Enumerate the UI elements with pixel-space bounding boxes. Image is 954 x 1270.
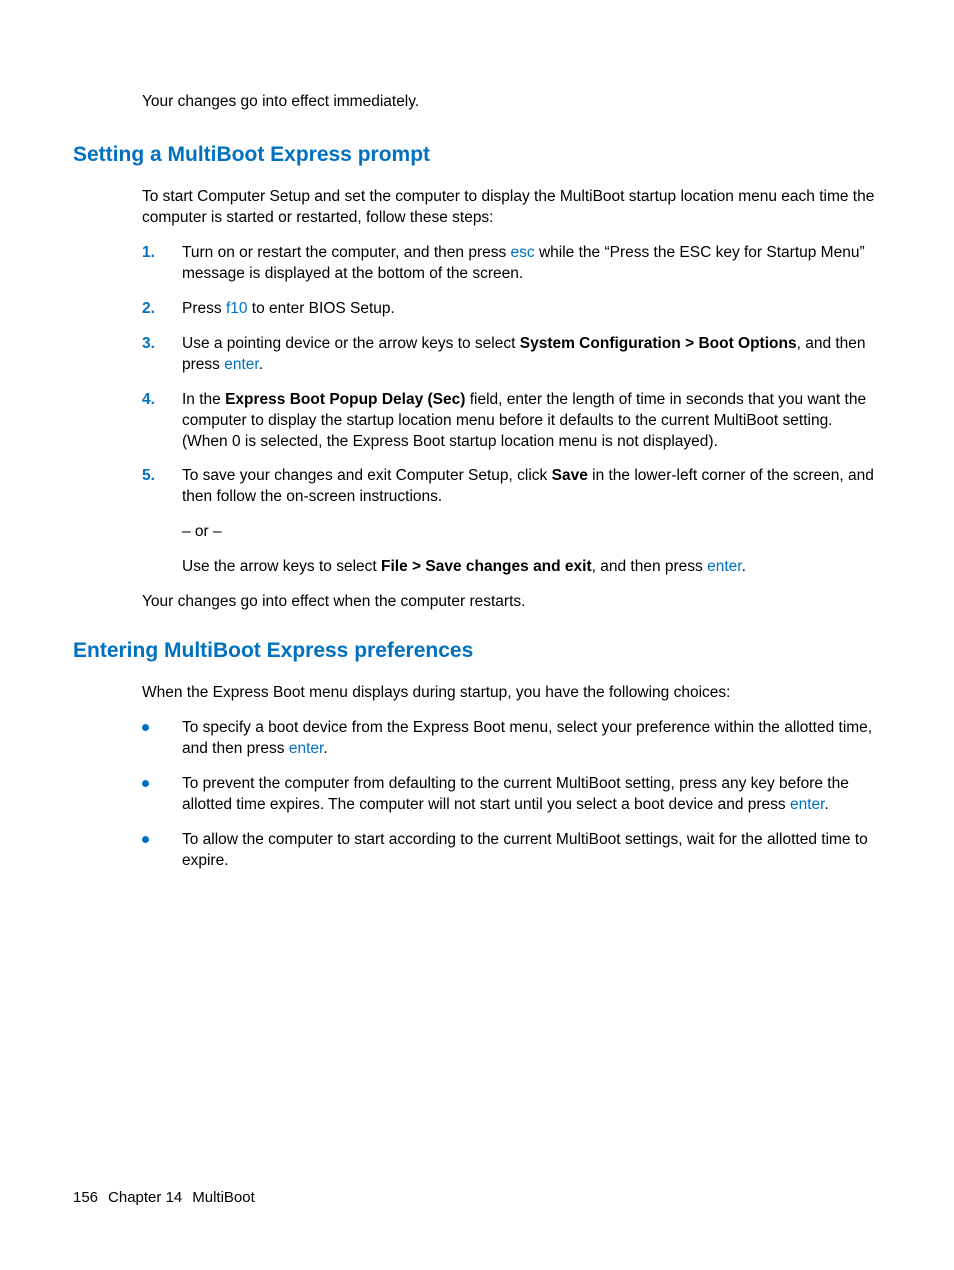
menu-path: File > Save changes and exit — [381, 558, 592, 575]
bullet-3: To allow the computer to start according… — [142, 830, 881, 872]
step-number: 4. — [142, 390, 155, 411]
menu-path: System Configuration > Boot Options — [520, 335, 797, 352]
bullet-text: . — [824, 796, 828, 813]
section2-lead: When the Express Boot menu displays duri… — [142, 683, 881, 704]
bullet-1: To specify a boot device from the Expres… — [142, 718, 881, 760]
step-text: Turn on or restart the computer, and the… — [182, 244, 511, 261]
step-number: 1. — [142, 243, 155, 264]
key-esc: esc — [511, 244, 535, 261]
step-text: . — [259, 356, 263, 373]
section2-bullets: To specify a boot device from the Expres… — [142, 718, 881, 872]
step-text: . — [742, 558, 746, 575]
key-enter: enter — [224, 356, 258, 373]
key-enter: enter — [790, 796, 824, 813]
bullet-text: . — [323, 740, 327, 757]
key-enter: enter — [707, 558, 741, 575]
or-separator: – or – — [182, 522, 881, 543]
step-text: , and then press — [592, 558, 707, 575]
step-text: Use a pointing device or the arrow keys … — [182, 335, 520, 352]
key-enter: enter — [289, 740, 323, 757]
page-footer: 156 Chapter 14 MultiBoot — [73, 1188, 255, 1208]
step-number: 5. — [142, 466, 155, 487]
chapter-label: Chapter 14 — [108, 1189, 182, 1206]
bullet-text: To prevent the computer from defaulting … — [182, 775, 849, 813]
step-4: 4. In the Express Boot Popup Delay (Sec)… — [142, 390, 881, 453]
step-5: 5. To save your changes and exit Compute… — [142, 466, 881, 578]
step-1: 1. Turn on or restart the computer, and … — [142, 243, 881, 285]
step-text: Use the arrow keys to select — [182, 558, 381, 575]
section1-tail: Your changes go into effect when the com… — [142, 592, 881, 613]
step-2: 2. Press f10 to enter BIOS Setup. — [142, 299, 881, 320]
intro-text: Your changes go into effect immediately. — [142, 92, 881, 113]
field-name: Express Boot Popup Delay (Sec) — [225, 391, 465, 408]
section1-steps: 1. Turn on or restart the computer, and … — [142, 243, 881, 578]
button-name: Save — [552, 467, 588, 484]
step-number: 3. — [142, 334, 155, 355]
chapter-title: MultiBoot — [192, 1189, 255, 1206]
key-f10: f10 — [226, 300, 248, 317]
step-number: 2. — [142, 299, 155, 320]
heading-entering-preferences: Entering MultiBoot Express preferences — [73, 637, 881, 665]
heading-setting-multiboot: Setting a MultiBoot Express prompt — [73, 141, 881, 169]
step-text: In the — [182, 391, 225, 408]
section1-lead: To start Computer Setup and set the comp… — [142, 187, 881, 229]
bullet-text: To allow the computer to start according… — [182, 831, 868, 869]
bullet-text: To specify a boot device from the Expres… — [182, 719, 872, 757]
step-text: to enter BIOS Setup. — [248, 300, 395, 317]
page-number: 156 — [73, 1189, 98, 1206]
step-text-alt: Use the arrow keys to select File > Save… — [182, 557, 881, 578]
bullet-2: To prevent the computer from defaulting … — [142, 774, 881, 816]
step-3: 3. Use a pointing device or the arrow ke… — [142, 334, 881, 376]
step-text: Press — [182, 300, 226, 317]
document-page: Your changes go into effect immediately.… — [0, 0, 954, 936]
step-text: To save your changes and exit Computer S… — [182, 467, 552, 484]
